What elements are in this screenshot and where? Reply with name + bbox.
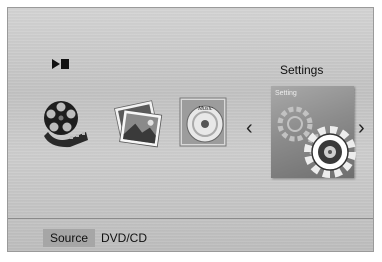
menu-item-music[interactable]: Music: [178, 96, 232, 155]
music-disc-icon: Music: [179, 97, 227, 147]
menu-item-photo[interactable]: [110, 96, 166, 155]
previous-arrow[interactable]: ‹: [246, 118, 253, 138]
svg-text:Music: Music: [197, 106, 213, 112]
menu-item-movie[interactable]: [40, 96, 90, 153]
play-pause-icon: [52, 59, 69, 69]
settings-gear-icon: [303, 125, 357, 184]
next-arrow[interactable]: ›: [358, 118, 365, 138]
photo-stack-icon: [114, 100, 163, 148]
bottom-divider: [8, 218, 373, 219]
source-value: DVD/CD: [101, 231, 148, 245]
film-reel-icon: [44, 101, 88, 148]
selected-item-title: Settings: [280, 63, 324, 77]
settings-card-label: Setting: [275, 90, 297, 97]
tv-screen: Settings Music ‹ Setting › Source DVD/CD: [7, 7, 374, 252]
source-label: Source: [43, 229, 95, 247]
